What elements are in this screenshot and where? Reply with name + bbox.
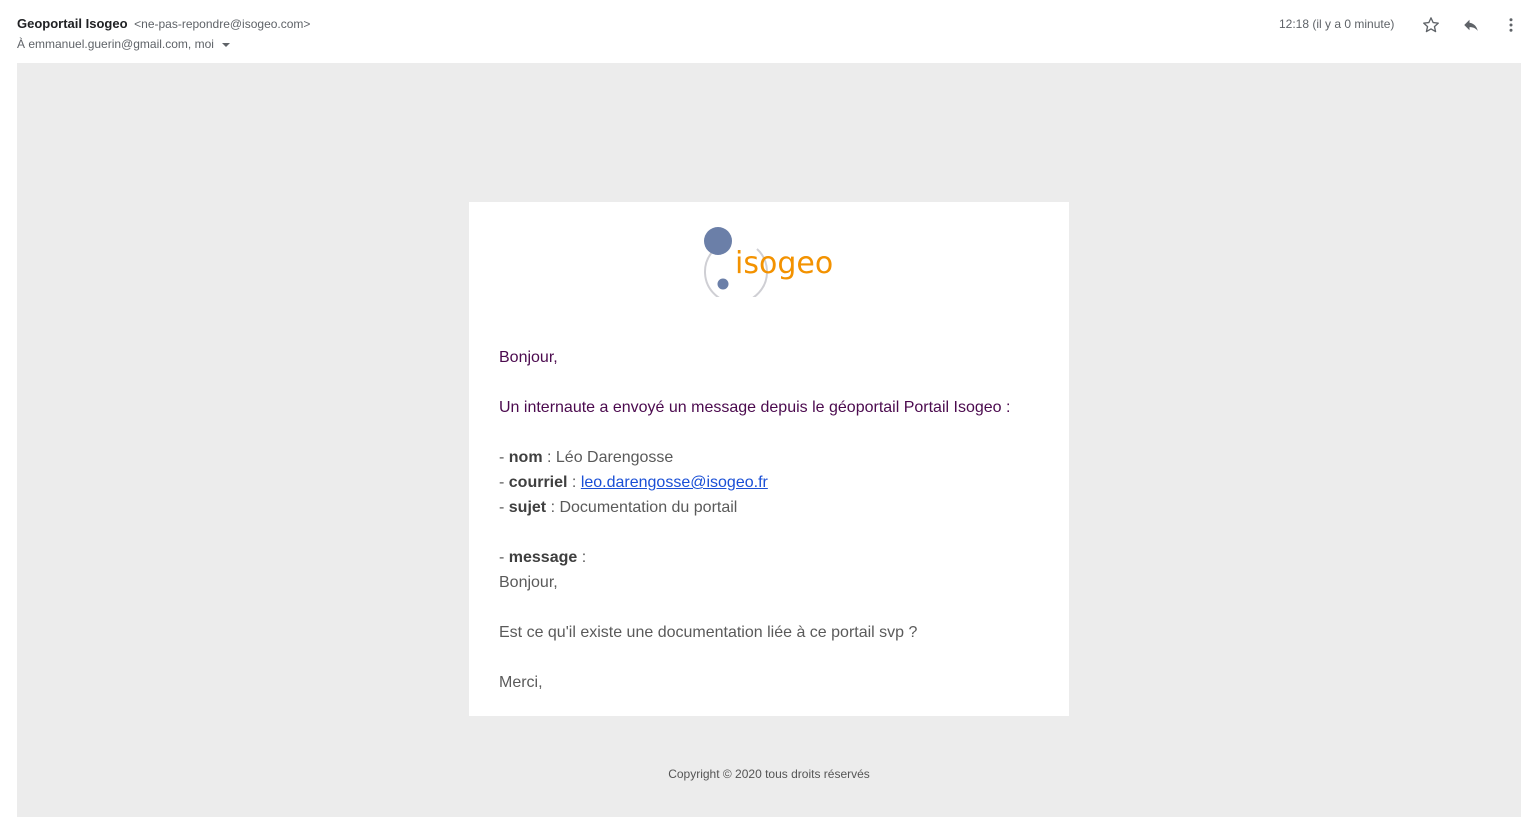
more-vertical-icon bbox=[1509, 18, 1513, 32]
sender-email: <ne-pas-repondre@isogeo.com> bbox=[134, 17, 311, 31]
email-body-canvas: isogeo Bonjour, Un internaute a envoyé u… bbox=[17, 63, 1521, 817]
more-options-button[interactable] bbox=[1500, 14, 1522, 36]
star-icon bbox=[1423, 17, 1439, 33]
message-line: Bonjour, bbox=[499, 574, 558, 591]
recipients-text: À emmanuel.guerin@gmail.com, moi bbox=[17, 37, 214, 51]
chevron-down-icon[interactable] bbox=[221, 42, 230, 47]
copyright-text: Copyright © 2020 tous droits réservés bbox=[668, 767, 870, 781]
courriel-label: courriel bbox=[508, 474, 568, 491]
greeting: Bonjour, bbox=[499, 349, 558, 366]
reply-button[interactable] bbox=[1460, 14, 1482, 36]
reply-icon bbox=[1464, 19, 1478, 31]
nom-value: Léo Darengosse bbox=[555, 449, 674, 466]
email-header: Geoportail Isogeo <ne-pas-repondre@isoge… bbox=[0, 0, 1539, 63]
message-body: Bonjour, Un internaute a envoyé un messa… bbox=[499, 345, 1039, 695]
message-label: message bbox=[508, 549, 578, 566]
recipients-toggle[interactable]: À emmanuel.guerin@gmail.com, moi bbox=[17, 37, 230, 51]
courriel-link[interactable]: leo.darengosse@isogeo.fr bbox=[581, 474, 768, 491]
intro-text: Un internaute a envoyé un message depuis… bbox=[499, 399, 1011, 416]
sender-name[interactable]: Geoportail Isogeo bbox=[17, 16, 128, 31]
nom-label: nom bbox=[508, 449, 543, 466]
field-sujet: - sujet : Documentation du portail bbox=[499, 499, 738, 516]
sender-line: Geoportail Isogeo <ne-pas-repondre@isoge… bbox=[17, 16, 310, 31]
sujet-value: Documentation du portail bbox=[559, 499, 738, 516]
field-message: - message : bbox=[499, 549, 587, 566]
sujet-label: sujet bbox=[508, 499, 547, 516]
star-button[interactable] bbox=[1420, 14, 1442, 36]
message-line: Merci, bbox=[499, 674, 543, 691]
logo-text: isogeo bbox=[735, 246, 833, 281]
field-nom: - nom : Léo Darengosse bbox=[499, 449, 674, 466]
field-courriel: - courriel : leo.darengosse@isogeo.fr bbox=[499, 474, 768, 491]
timestamp: 12:18 (il y a 0 minute) bbox=[1279, 17, 1395, 31]
email-card: isogeo Bonjour, Un internaute a envoyé u… bbox=[469, 202, 1069, 716]
message-line: Est ce qu'il existe une documentation li… bbox=[499, 624, 918, 641]
isogeo-logo: isogeo bbox=[703, 227, 833, 297]
